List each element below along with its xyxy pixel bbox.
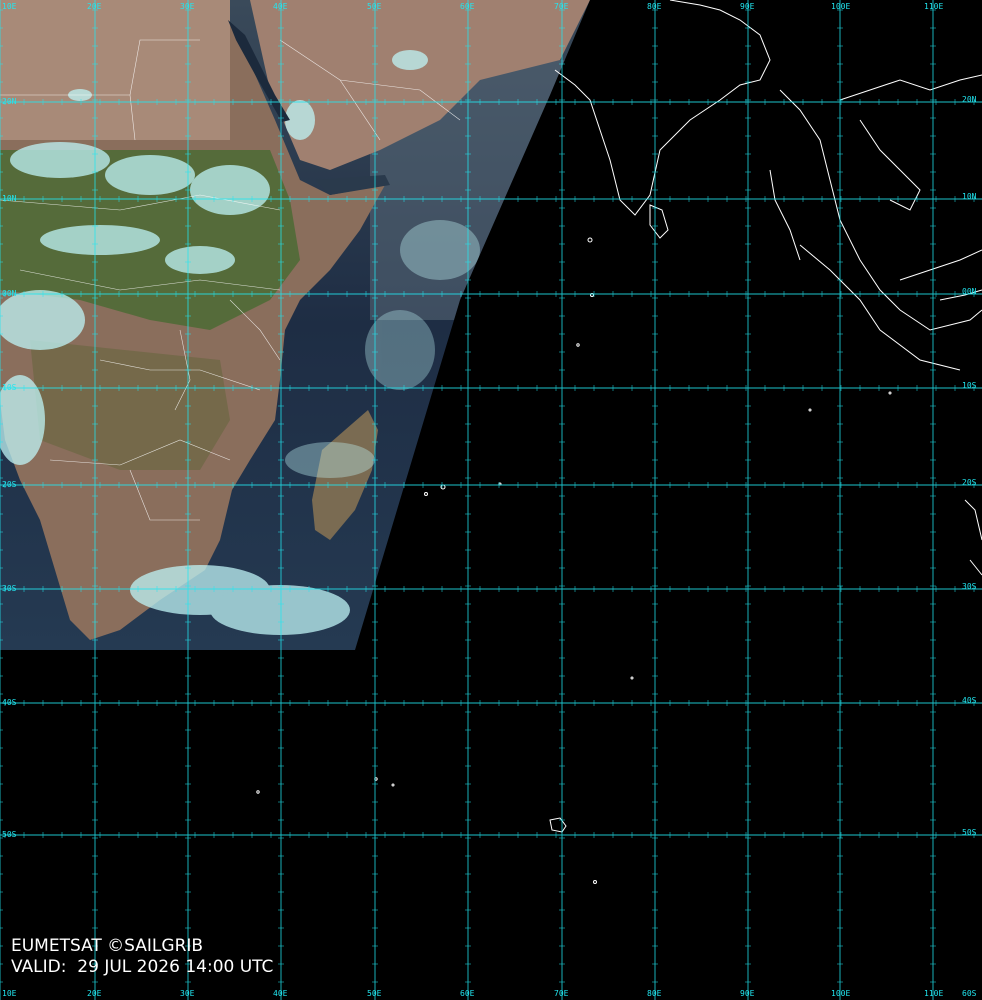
- imagery-swath: [0, 0, 590, 650]
- lat-label: 20N: [2, 97, 17, 106]
- lon-label: 80E: [647, 2, 662, 11]
- lon-label: 40E: [273, 989, 288, 998]
- lat-label: 00N: [962, 287, 977, 296]
- lon-label: 100E: [831, 989, 851, 998]
- lat-label: 50S: [962, 828, 977, 837]
- lon-label: 110E: [924, 2, 944, 11]
- satellite-map: 10E 20E 30E 40E 50E 60E 70E 80E 90E 100E…: [0, 0, 982, 1000]
- lon-label: 90E: [740, 2, 755, 11]
- lat-label: 10N: [962, 192, 977, 201]
- lat-label: 10S: [2, 383, 17, 392]
- lat-label: 00N: [2, 289, 17, 298]
- lon-label: 40E: [273, 2, 288, 11]
- satellite-imagery: [0, 0, 982, 1000]
- lat-label: 30S: [962, 582, 977, 591]
- india-coast: [554, 0, 771, 216]
- lon-label: 110E: [924, 989, 944, 998]
- lon-label: 60E: [460, 2, 475, 11]
- lon-label: 50E: [367, 2, 382, 11]
- lon-label: 20E: [87, 989, 102, 998]
- lat-label: 60S: [962, 989, 977, 998]
- lat-label: 20N: [962, 95, 977, 104]
- lon-label: 30E: [180, 989, 195, 998]
- lon-label: 70E: [554, 989, 569, 998]
- lon-label: 50E: [367, 989, 382, 998]
- sri-lanka-coast: [649, 204, 669, 239]
- lon-label: 30E: [180, 2, 195, 11]
- lat-label: 10N: [2, 194, 17, 203]
- lon-label: 70E: [554, 2, 569, 11]
- valid-time: 29 JUL 2026 14:00 UTC: [77, 957, 274, 977]
- lat-label: 20S: [962, 478, 977, 487]
- credit-text: EUMETSAT ©SAILGRIB: [11, 936, 204, 956]
- lon-label: 20E: [87, 2, 102, 11]
- lat-label: 20S: [2, 480, 17, 489]
- valid-label: VALID:: [11, 957, 67, 977]
- lon-label: 10E: [2, 2, 17, 11]
- lat-label: 10S: [962, 381, 977, 390]
- lon-label: 100E: [831, 2, 851, 11]
- lon-label: 90E: [740, 989, 755, 998]
- lat-label: 30S: [2, 584, 17, 593]
- lat-label: 40S: [962, 696, 977, 705]
- lon-label: 10E: [2, 989, 17, 998]
- valid-time-line: VALID: 29 JUL 2026 14:00 UTC: [11, 958, 273, 977]
- lon-label: 60E: [460, 989, 475, 998]
- lat-label: 50S: [2, 830, 17, 839]
- lon-label: 80E: [647, 989, 662, 998]
- lat-label: 40S: [2, 698, 17, 707]
